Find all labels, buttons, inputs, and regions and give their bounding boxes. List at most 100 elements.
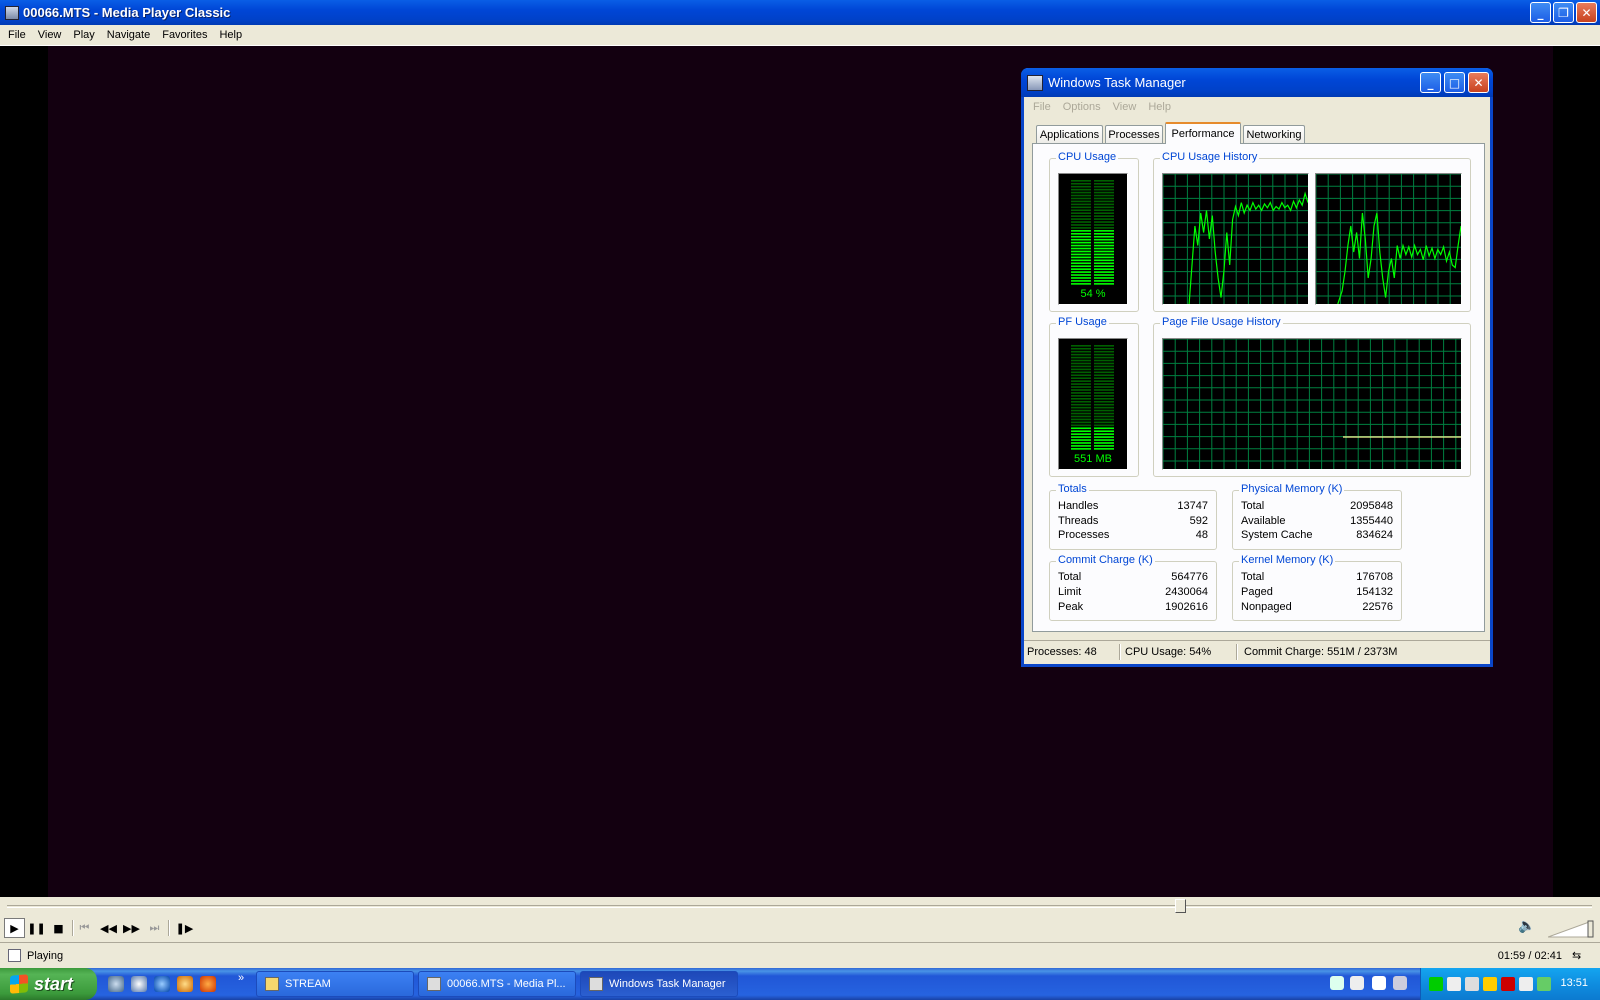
rewind-icon[interactable]: ◀◀ (98, 918, 119, 938)
meter-segment (1094, 353, 1114, 356)
physical-row-available: Available 1355440 (1241, 515, 1393, 530)
kernel-memory-group: Kernel Memory (K) Total 176708 Paged 15413… (1232, 554, 1402, 621)
menu-file[interactable]: File (2, 29, 32, 41)
meter-segment (1071, 259, 1091, 262)
tray-help-icon[interactable] (1372, 976, 1386, 990)
volume-slider[interactable] (1548, 920, 1594, 938)
meter-segment (1094, 392, 1114, 394)
meter-segment (1071, 250, 1091, 253)
tray-window-icon[interactable] (1447, 977, 1461, 991)
totals-row-threads: Threads 592 (1058, 515, 1208, 530)
menu-navigate[interactable]: Navigate (101, 29, 156, 41)
tray-pen-icon[interactable] (1330, 976, 1344, 990)
menu-help[interactable]: Help (213, 29, 248, 41)
meter-segment (1071, 256, 1091, 259)
quicklaunch-app-icon[interactable] (177, 976, 193, 992)
status-icon (8, 949, 21, 962)
pf-history-graph (1162, 338, 1462, 470)
system-clock[interactable]: 13:51 (1560, 977, 1588, 989)
tray-printer-icon[interactable] (1519, 977, 1533, 991)
tray-chat-icon[interactable] (1350, 976, 1364, 990)
tray-monitor-icon[interactable] (1465, 977, 1479, 991)
meter-segment (1071, 215, 1091, 217)
tm-close-button[interactable]: ✕ (1468, 72, 1489, 93)
tm-menu-options[interactable]: Options (1057, 98, 1107, 116)
meter-segment (1094, 180, 1114, 182)
meter-segment (1071, 191, 1091, 194)
tm-minimize-button[interactable]: _ (1420, 72, 1441, 93)
frame-step-icon[interactable]: ❚▶ (174, 918, 195, 938)
menu-view[interactable]: View (32, 29, 68, 41)
meter-segment (1071, 395, 1091, 397)
menu-play[interactable]: Play (67, 29, 100, 41)
row-value: 2430064 (1165, 586, 1208, 598)
tab-networking[interactable]: Networking (1243, 125, 1305, 144)
stop-icon[interactable]: ■ (48, 918, 69, 938)
meter-segment (1094, 221, 1114, 223)
tm-menu-help[interactable]: Help (1142, 98, 1177, 116)
tm-menu-view[interactable]: View (1107, 98, 1143, 116)
pause-icon[interactable]: ❚❚ (26, 918, 47, 938)
meter-segment (1071, 439, 1091, 441)
tray-ati-icon[interactable] (1501, 977, 1515, 991)
quicklaunch-globe-icon[interactable] (108, 976, 124, 992)
start-label: start (34, 973, 74, 994)
task-manager-icon[interactable] (1027, 74, 1043, 91)
meter-segment (1094, 412, 1114, 415)
tray-green-icon[interactable] (1429, 977, 1443, 991)
tray-disk-icon[interactable] (1483, 977, 1497, 991)
quicklaunch-media-icon[interactable] (131, 976, 147, 992)
speaker-icon[interactable]: 🔈 (1518, 918, 1538, 938)
mpc-titlebar[interactable]: 00066.MTS - Media Player Classic _ ❐ ✕ (0, 0, 1600, 25)
previous-icon[interactable]: ⏮ (74, 918, 95, 938)
cpu-meter-bars (1071, 180, 1114, 285)
tm-menubar: File Options View Help (1024, 98, 1490, 116)
meter-segment (1094, 409, 1114, 412)
tm-maximize-button[interactable]: □ (1444, 72, 1465, 93)
row-key: Total (1058, 571, 1082, 583)
quicklaunch-ie-icon[interactable] (154, 976, 170, 992)
taskbar-button-mpc[interactable]: 00066.MTS - Media Pl... (418, 971, 576, 997)
meter-segment (1071, 424, 1091, 427)
quicklaunch-firefox-icon[interactable] (200, 976, 216, 992)
seek-bar[interactable] (0, 897, 1600, 914)
play-icon[interactable]: ▶ (4, 918, 25, 938)
taskbar-button-task-manager[interactable]: Windows Task Manager (580, 971, 738, 997)
taskbar-button-stream[interactable]: STREAM (256, 971, 414, 997)
tab-processes[interactable]: Processes (1105, 125, 1163, 144)
tray-network-icon[interactable] (1393, 976, 1407, 990)
meter-segment (1071, 277, 1091, 279)
row-key: Available (1241, 515, 1286, 527)
meter-segment (1071, 253, 1091, 256)
menu-favorites[interactable]: Favorites (156, 29, 213, 41)
mpc-app-icon[interactable] (5, 5, 19, 20)
seek-track[interactable] (7, 905, 1592, 908)
minimize-button[interactable]: _ (1530, 2, 1551, 23)
close-button[interactable]: ✕ (1576, 2, 1597, 23)
seek-thumb[interactable] (1174, 899, 1186, 913)
meter-segment (1094, 350, 1114, 353)
meter-segment (1094, 400, 1114, 403)
quicklaunch-overflow-icon[interactable]: » (238, 972, 244, 984)
meter-segment (1071, 436, 1091, 438)
meter-segment (1071, 371, 1091, 374)
meter-segment (1071, 398, 1091, 400)
meter-segment (1071, 185, 1091, 188)
meter-segment (1094, 421, 1114, 424)
totals-row-handles: Handles 13747 (1058, 500, 1208, 515)
meter-segment (1094, 448, 1114, 450)
task-manager-titlebar[interactable]: Windows Task Manager _ □ ✕ (1021, 68, 1493, 97)
meter-segment (1094, 365, 1114, 368)
start-button[interactable]: start (0, 968, 97, 1000)
meter-segment (1094, 274, 1114, 276)
cpu-usage-label: CPU Usage (1056, 151, 1119, 163)
next-icon[interactable]: ⏭ (144, 918, 165, 938)
meter-segment (1071, 224, 1091, 226)
restore-button[interactable]: ❐ (1553, 2, 1574, 23)
tab-applications[interactable]: Applications (1036, 125, 1103, 144)
fast-forward-icon[interactable]: ▶▶ (121, 918, 142, 938)
tm-menu-file[interactable]: File (1027, 98, 1057, 116)
meter-segment (1071, 218, 1091, 220)
tab-performance[interactable]: Performance (1165, 122, 1241, 144)
tray-update-icon[interactable] (1537, 977, 1551, 991)
